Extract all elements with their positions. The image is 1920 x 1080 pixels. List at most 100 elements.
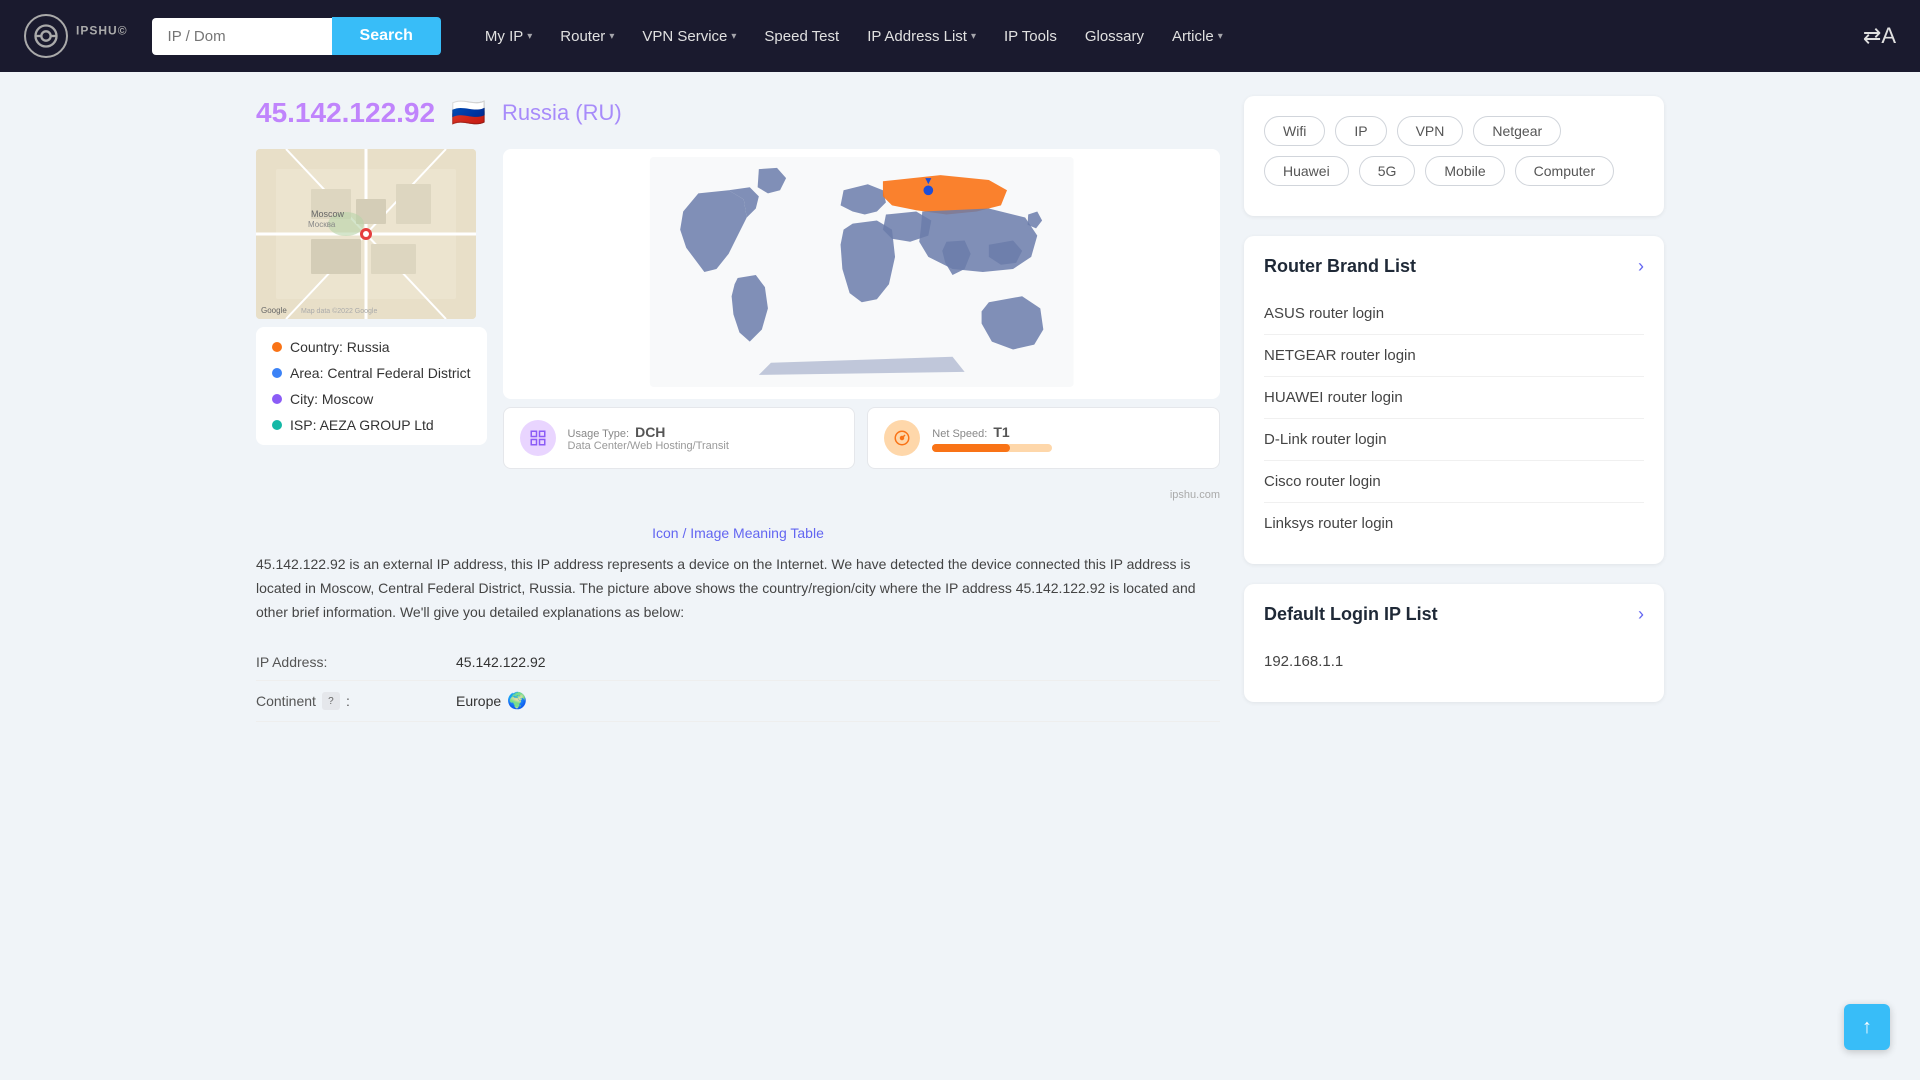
tag-ip[interactable]: IP [1335, 116, 1386, 146]
logo-icon [24, 14, 68, 58]
net-speed-icon [884, 420, 920, 456]
svg-text:Moscow: Moscow [311, 209, 345, 219]
router-brand-list-card: Router Brand List › ASUS router login NE… [1244, 236, 1664, 564]
ip-details: IP Address: 45.142.122.92 Continent ? : … [256, 644, 1220, 722]
net-speed-label: Net Speed: [932, 428, 987, 440]
info-isp: ISP: AEZA GROUP Ltd [272, 417, 471, 433]
ip-address-title: 45.142.122.92 [256, 97, 435, 129]
tag-wifi[interactable]: Wifi [1264, 116, 1325, 146]
net-speed-info: Net Speed: T1 [932, 424, 1052, 452]
country-label: Country: Russia [290, 339, 390, 355]
detail-row-continent: Continent ? : Europe 🌍 [256, 681, 1220, 722]
search-button[interactable]: Search [332, 17, 441, 55]
detail-label-continent: Continent ? : [256, 692, 456, 710]
header: IPSHU© Search My IP ▾ Router ▾ VPN Servi… [0, 0, 1920, 72]
chevron-down-icon: ▾ [971, 31, 976, 42]
country-dot [272, 342, 282, 352]
svg-text:Google: Google [261, 306, 287, 315]
info-area: Area: Central Federal District [272, 365, 471, 381]
tags-row-1: Wifi IP VPN Netgear [1264, 116, 1644, 146]
nav-item-vpn[interactable]: VPN Service ▾ [630, 20, 748, 53]
default-login-ip-list-card: Default Login IP List › 192.168.1.1 [1244, 584, 1664, 702]
logo-text: IPSHU© [76, 23, 128, 49]
description: 45.142.122.92 is an external IP address,… [256, 553, 1220, 624]
default-ip-item[interactable]: 192.168.1.1 [1264, 641, 1644, 682]
metrics-row: Usage Type: DCH Data Center/Web Hosting/… [503, 407, 1220, 469]
tag-5g[interactable]: 5G [1359, 156, 1416, 186]
city-label: City: Moscow [290, 391, 373, 407]
country-name: Russia (RU) [502, 100, 622, 126]
speed-bar-fill [932, 444, 1010, 452]
usage-type-icon [520, 420, 556, 456]
world-map [503, 149, 1220, 399]
city-dot [272, 394, 282, 404]
router-brand-list: ASUS router login NETGEAR router login H… [1264, 293, 1644, 544]
tag-vpn[interactable]: VPN [1397, 116, 1464, 146]
net-speed-value: T1 [993, 424, 1009, 440]
router-list-item[interactable]: D-Link router login [1264, 419, 1644, 461]
chevron-down-icon: ▾ [527, 31, 532, 42]
tag-computer[interactable]: Computer [1515, 156, 1614, 186]
area-dot [272, 368, 282, 378]
default-login-ip-list-header: Default Login IP List › [1264, 604, 1644, 625]
scroll-top-button[interactable]: ↑ [1844, 1004, 1890, 1050]
info-country: Country: Russia [272, 339, 471, 355]
info-city: City: Moscow [272, 391, 471, 407]
search-input[interactable] [152, 18, 332, 55]
page-layout: 45.142.122.92 🇷🇺 Russia (RU) [240, 72, 1680, 746]
nav-item-router[interactable]: Router ▾ [548, 20, 626, 53]
main-content: 45.142.122.92 🇷🇺 Russia (RU) [256, 96, 1220, 722]
isp-dot [272, 420, 282, 430]
router-brand-list-arrow[interactable]: › [1638, 256, 1644, 277]
default-login-ip-list-title: Default Login IP List [1264, 604, 1438, 625]
translate-button[interactable]: ⇄A [1863, 23, 1896, 49]
router-list-item[interactable]: ASUS router login [1264, 293, 1644, 335]
svg-text:Map data ©2022 Google: Map data ©2022 Google [301, 307, 377, 315]
tag-mobile[interactable]: Mobile [1425, 156, 1504, 186]
router-brand-list-title: Router Brand List [1264, 256, 1416, 277]
router-list-item[interactable]: HUAWEI router login [1264, 377, 1644, 419]
main-nav: My IP ▾ Router ▾ VPN Service ▾ Speed Tes… [473, 20, 1863, 53]
logo-area: IPSHU© [24, 14, 128, 58]
watermark: ipshu.com [503, 489, 1220, 501]
detail-label-ip: IP Address: [256, 654, 456, 670]
info-panel: Country: Russia Area: Central Federal Di… [256, 327, 487, 445]
tag-huawei[interactable]: Huawei [1264, 156, 1349, 186]
default-login-ip-list-arrow[interactable]: › [1638, 604, 1644, 625]
isp-label: ISP: AEZA GROUP Ltd [290, 417, 434, 433]
chevron-down-icon: ▾ [609, 31, 614, 42]
nav-item-article[interactable]: Article ▾ [1160, 20, 1235, 53]
router-brand-list-header: Router Brand List › [1264, 256, 1644, 277]
usage-type-label: Usage Type: [568, 428, 630, 440]
help-icon: ? [322, 692, 340, 710]
chevron-down-icon: ▾ [1218, 31, 1223, 42]
nav-item-speedtest[interactable]: Speed Test [752, 20, 851, 53]
nav-item-iptools[interactable]: IP Tools [992, 20, 1069, 53]
tag-netgear[interactable]: Netgear [1473, 116, 1561, 146]
router-list-item[interactable]: Cisco router login [1264, 461, 1644, 503]
router-list-item[interactable]: Linksys router login [1264, 503, 1644, 544]
icon-table-link[interactable]: Icon / Image Meaning Table [256, 525, 1220, 541]
tags-card: Wifi IP VPN Netgear Huawei 5G Mobile Com… [1244, 96, 1664, 216]
detail-row-ip: IP Address: 45.142.122.92 [256, 644, 1220, 681]
tags-row-2: Huawei 5G Mobile Computer [1264, 156, 1644, 186]
router-list-item[interactable]: NETGEAR router login [1264, 335, 1644, 377]
usage-type-sub: Data Center/Web Hosting/Transit [568, 440, 729, 452]
nav-item-glossary[interactable]: Glossary [1073, 20, 1156, 53]
area-label: Area: Central Federal District [290, 365, 471, 381]
nav-item-iplist[interactable]: IP Address List ▾ [855, 20, 988, 53]
header-right: ⇄A [1863, 23, 1896, 49]
usage-type-info: Usage Type: DCH Data Center/Web Hosting/… [568, 424, 729, 452]
ip-header: 45.142.122.92 🇷🇺 Russia (RU) [256, 96, 1220, 129]
country-flag: 🇷🇺 [451, 96, 486, 129]
usage-type-value: DCH [635, 424, 665, 440]
google-map: Moscow Москва Google Map data ©2022 Goog… [256, 149, 476, 319]
chevron-down-icon: ▾ [731, 31, 736, 42]
speed-bar [932, 444, 1052, 452]
usage-type-card: Usage Type: DCH Data Center/Web Hosting/… [503, 407, 856, 469]
search-bar: Search [152, 17, 441, 55]
nav-item-myip[interactable]: My IP ▾ [473, 20, 544, 53]
detail-value-ip: 45.142.122.92 [456, 654, 546, 670]
sidebar: Wifi IP VPN Netgear Huawei 5G Mobile Com… [1244, 96, 1664, 722]
globe-icon: 🌍 [507, 691, 527, 711]
